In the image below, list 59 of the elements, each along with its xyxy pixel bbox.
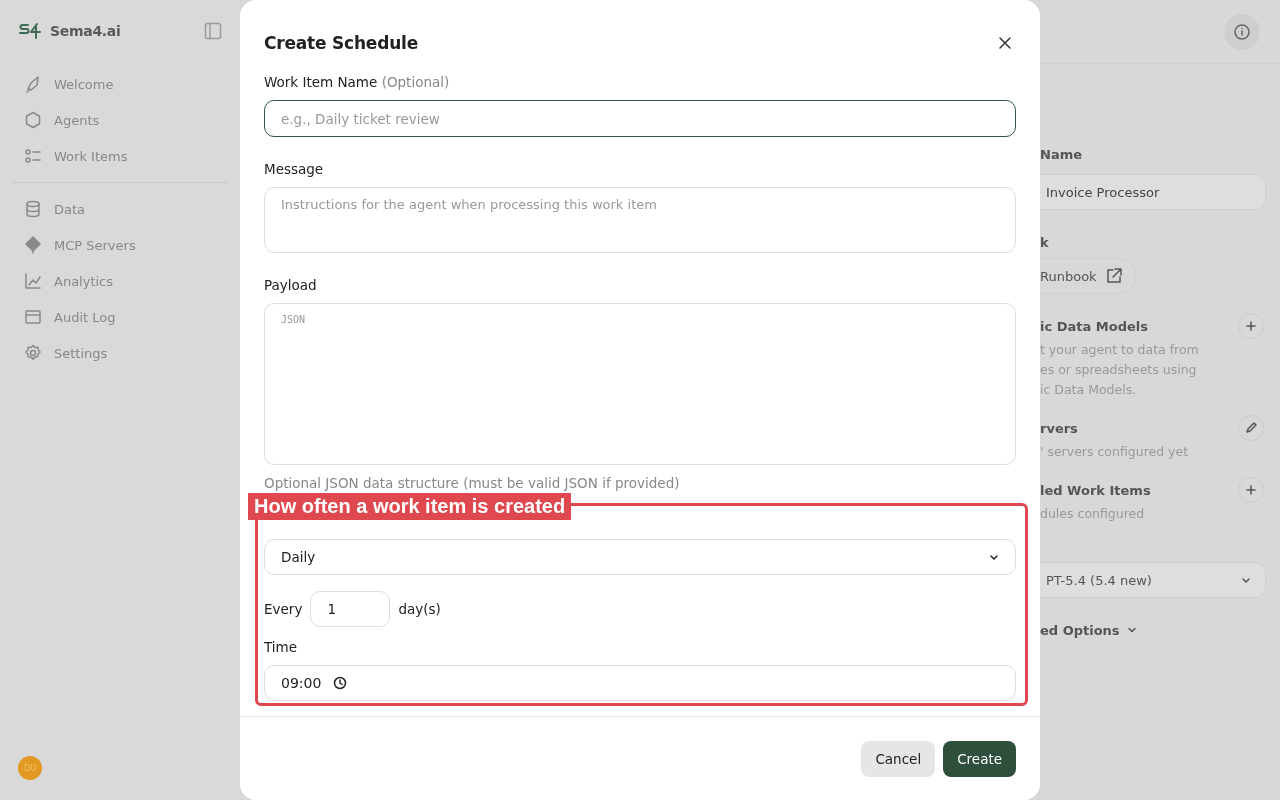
section-title: Name (1040, 146, 1082, 162)
every-label: Every (264, 601, 303, 617)
chevron-down-icon (989, 552, 999, 562)
info-button[interactable] (1224, 13, 1260, 50)
panel-toggle-icon (204, 22, 222, 40)
description-text: t your agent to data from (1040, 341, 1200, 359)
log-icon (24, 308, 42, 326)
message-input[interactable]: Instructions for the agent when processing this work item (264, 187, 1016, 253)
cancel-button[interactable]: Cancel (861, 740, 936, 777)
nav-item[interactable]: Settings (12, 335, 228, 371)
user-avatar[interactable]: DU (18, 756, 42, 780)
field-label: Payload (264, 277, 318, 293)
external-link-icon (1104, 267, 1123, 285)
section-title: k (1040, 234, 1049, 250)
chart-icon (24, 272, 42, 290)
chevron-down-icon (1241, 575, 1251, 585)
plus-icon (1246, 485, 1256, 495)
list-icon (24, 147, 42, 165)
nav-item[interactable]: Agents (12, 102, 228, 138)
section-title: rvers (1040, 420, 1078, 436)
annotation-label: How often a work item is created (248, 493, 572, 520)
model-select[interactable]: PT-5.4 (5.4 new) (1040, 562, 1266, 598)
description-text: dules configured (1040, 505, 1146, 523)
nav-item[interactable]: Data (12, 191, 228, 227)
logo-icon (18, 22, 44, 40)
field-label: Work Item Name (Optional) (264, 74, 451, 90)
interval-input[interactable]: 1 (310, 591, 391, 627)
create-button[interactable]: Create (943, 740, 1016, 777)
nav-item[interactable]: Audit Log (12, 299, 228, 335)
dialog-title: Create Schedule (264, 33, 419, 53)
close-icon (998, 36, 1012, 50)
payload-input[interactable]: JSON (264, 303, 1016, 465)
time-input[interactable]: 09:00 (264, 665, 1016, 701)
section-title: led Work Items (1040, 482, 1151, 498)
unit-label: day(s) (398, 601, 441, 617)
hint-text: Optional JSON data structure (must be valid JSON if provided) (264, 475, 681, 491)
database-icon (24, 200, 42, 218)
description-text: ' servers configured yet (1040, 443, 1190, 461)
name-field[interactable]: Invoice Processor (1040, 174, 1266, 210)
field-label: Time (264, 639, 299, 655)
description-text: ic Data Models. (1040, 381, 1138, 399)
hexagon-icon (24, 111, 42, 129)
brand-name: Sema4.ai (50, 23, 122, 39)
field-label: Message (264, 161, 325, 177)
description-text: es or spreadsheets using (1040, 361, 1198, 379)
nav-item[interactable]: Welcome (12, 66, 228, 102)
pencil-icon (1244, 421, 1258, 435)
section-title: ed Options (1040, 622, 1120, 638)
plus-icon (1246, 321, 1256, 331)
frequency-select[interactable]: Daily (264, 539, 1016, 575)
clock-icon (333, 676, 348, 690)
nav-item[interactable]: MCP Servers (12, 227, 228, 263)
info-icon (1233, 22, 1251, 41)
diamond-icon (24, 236, 42, 254)
section-title: ic Data Models (1040, 318, 1148, 334)
name-input[interactable]: e.g., Daily ticket review (264, 100, 1016, 137)
gear-icon (24, 344, 42, 362)
nav-item[interactable]: Work Items (12, 138, 228, 174)
nav-item[interactable]: Analytics (12, 263, 228, 299)
